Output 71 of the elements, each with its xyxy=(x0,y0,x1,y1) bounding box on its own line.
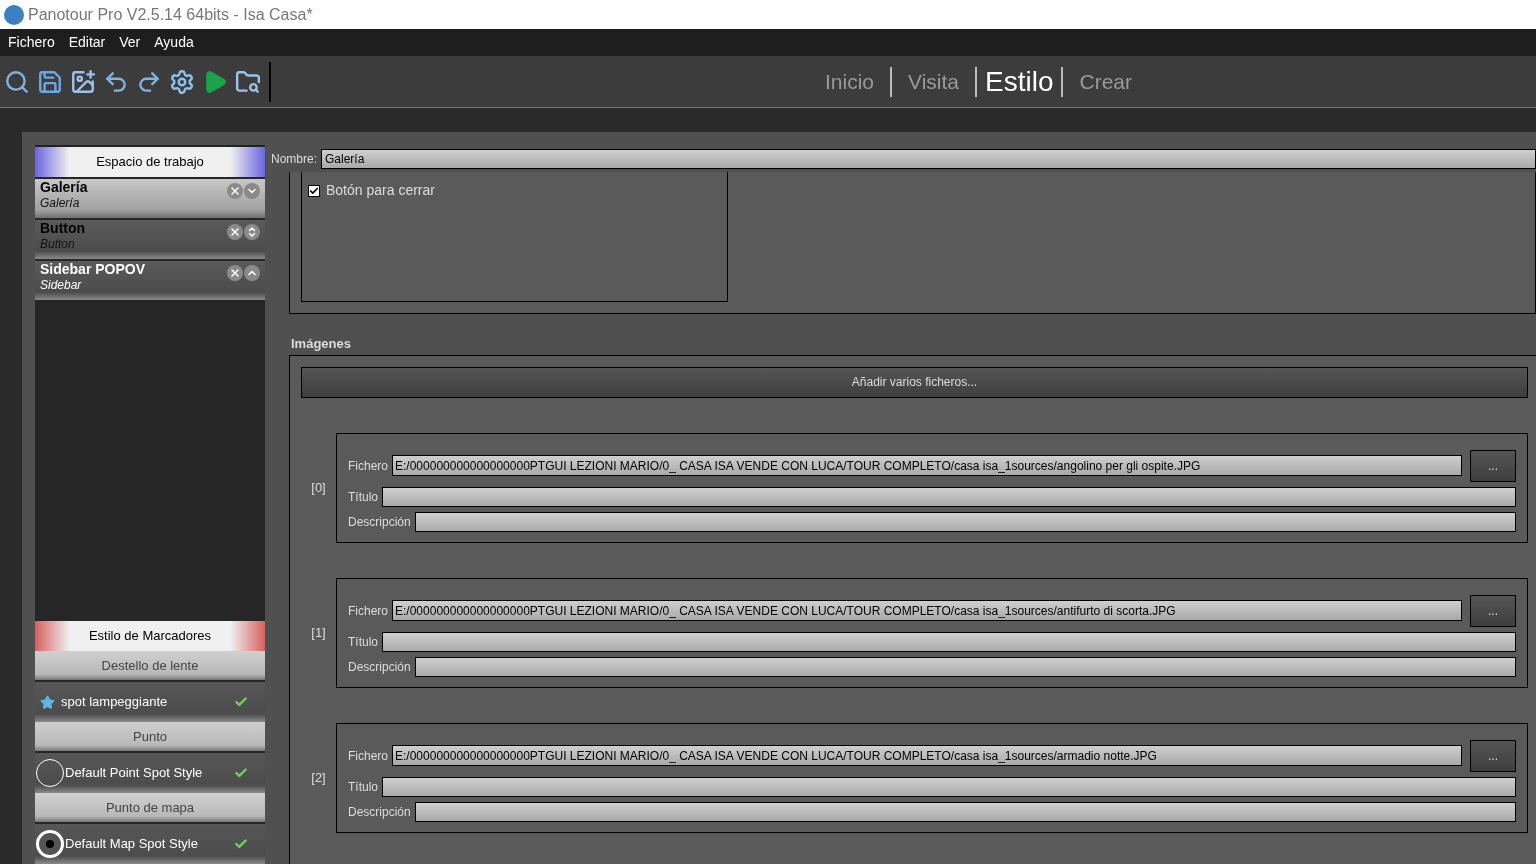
field-label: Fichero xyxy=(348,602,388,620)
menu-item[interactable]: Editar xyxy=(64,32,110,53)
marker-style-item[interactable]: spot lampeggiante xyxy=(35,682,265,722)
field-label: Título xyxy=(348,488,378,506)
marker-style-name: Default Map Spot Style xyxy=(65,835,198,854)
field-label: Descripción xyxy=(348,513,411,531)
add-files-button[interactable]: Añadir varios ficheros... xyxy=(301,366,1528,398)
close-icon[interactable] xyxy=(227,183,243,199)
marker-style-name: Default Point Spot Style xyxy=(65,764,203,783)
mode-tab[interactable]: Estilo xyxy=(977,60,1062,103)
workspace-item[interactable]: Sidebar POPOV Sidebar xyxy=(35,261,265,300)
markers-header: Estilo de Marcadores xyxy=(35,621,265,651)
description-field[interactable] xyxy=(414,801,1516,822)
item-type: Sidebar xyxy=(40,277,83,293)
marker-style-item[interactable]: Default Map Spot Style xyxy=(35,824,265,864)
menu-item[interactable]: Ayuda xyxy=(150,32,198,53)
checkbox[interactable] xyxy=(308,184,320,197)
field-label: Título xyxy=(348,778,378,796)
image-index: [1] xyxy=(310,623,327,642)
title-field[interactable] xyxy=(382,486,1516,507)
mode-tab[interactable]: Visita xyxy=(892,65,975,98)
image-index: [2] xyxy=(310,768,327,787)
workspace-item[interactable]: Galería Galería xyxy=(35,179,265,218)
add-image-icon[interactable] xyxy=(70,68,96,95)
field-label: Título xyxy=(348,633,378,651)
file-path-field[interactable]: E:/000000000000000000PTGUI LEZIONI MARIO/0_ CASA ISA VENDE CON LUCA/TOUR COMPLETO/casa isa_1sources/armadio notte.JPG xyxy=(392,745,1462,766)
image-index: [0] xyxy=(310,478,327,497)
marker-style-item[interactable]: Default Point Spot Style xyxy=(35,753,265,793)
up-down-icon[interactable] xyxy=(244,224,260,240)
description-field[interactable] xyxy=(414,511,1516,532)
chevron-down-icon[interactable] xyxy=(244,183,260,199)
folder-search-icon[interactable] xyxy=(235,68,261,95)
item-type: Button xyxy=(40,236,76,252)
item-name: Galería xyxy=(40,179,88,195)
description-field[interactable] xyxy=(414,656,1516,677)
marker-group-header: Punto xyxy=(35,722,265,751)
browse-button[interactable]: ... xyxy=(1470,594,1516,627)
checkbox-label: Botón para cerrar xyxy=(326,181,435,200)
file-path-field[interactable]: E:/000000000000000000PTGUI LEZIONI MARIO/0_ CASA ISA VENDE CON LUCA/TOUR COMPLETO/casa isa_1sources/antifurto di scorta.JPG xyxy=(392,600,1462,621)
name-label: Nombre: xyxy=(271,150,317,168)
menu-item[interactable]: Ver xyxy=(115,32,145,53)
target-icon xyxy=(36,830,64,858)
star-icon xyxy=(40,694,55,710)
mode-tab[interactable]: Crear xyxy=(1063,65,1148,98)
menu-item[interactable]: Fichero xyxy=(4,32,59,53)
field-label: Descripción xyxy=(348,803,411,821)
item-name: Sidebar POPOV xyxy=(40,261,146,277)
window-title: Panotour Pro V2.5.14 64bits - Isa Casa* xyxy=(28,4,313,25)
field-label: Fichero xyxy=(348,457,388,475)
app-logo-icon xyxy=(4,4,24,25)
title-field[interactable] xyxy=(382,776,1516,797)
field-label: Descripción xyxy=(348,658,411,676)
title-field[interactable] xyxy=(382,631,1516,652)
mode-tab[interactable]: Inicio xyxy=(809,65,891,98)
marker-group-header: Destello de lente xyxy=(35,651,265,680)
close-icon[interactable] xyxy=(227,265,243,281)
item-type: Galería xyxy=(40,195,81,211)
field-label: Fichero xyxy=(348,747,388,765)
file-path-field[interactable]: E:/000000000000000000PTGUI LEZIONI MARIO/0_ CASA ISA VENDE CON LUCA/TOUR COMPLETO/casa isa_1sources/angolino per gli ospite.JPG xyxy=(392,455,1462,476)
chevron-up-icon[interactable] xyxy=(244,265,260,281)
marker-group-header: Punto de mapa xyxy=(35,793,265,822)
item-name: Button xyxy=(40,220,86,236)
browse-button[interactable]: ... xyxy=(1470,449,1516,482)
marker-style-name: spot lampeggiante xyxy=(61,693,168,712)
workspace-header: Espacio de trabajo xyxy=(35,145,265,177)
section-title: Imágenes xyxy=(291,335,352,353)
browse-button[interactable]: ... xyxy=(1470,739,1516,772)
settings-icon[interactable] xyxy=(169,68,195,95)
name-field[interactable]: Galería xyxy=(321,148,1536,169)
close-icon[interactable] xyxy=(227,224,243,240)
save-icon[interactable] xyxy=(37,68,63,95)
